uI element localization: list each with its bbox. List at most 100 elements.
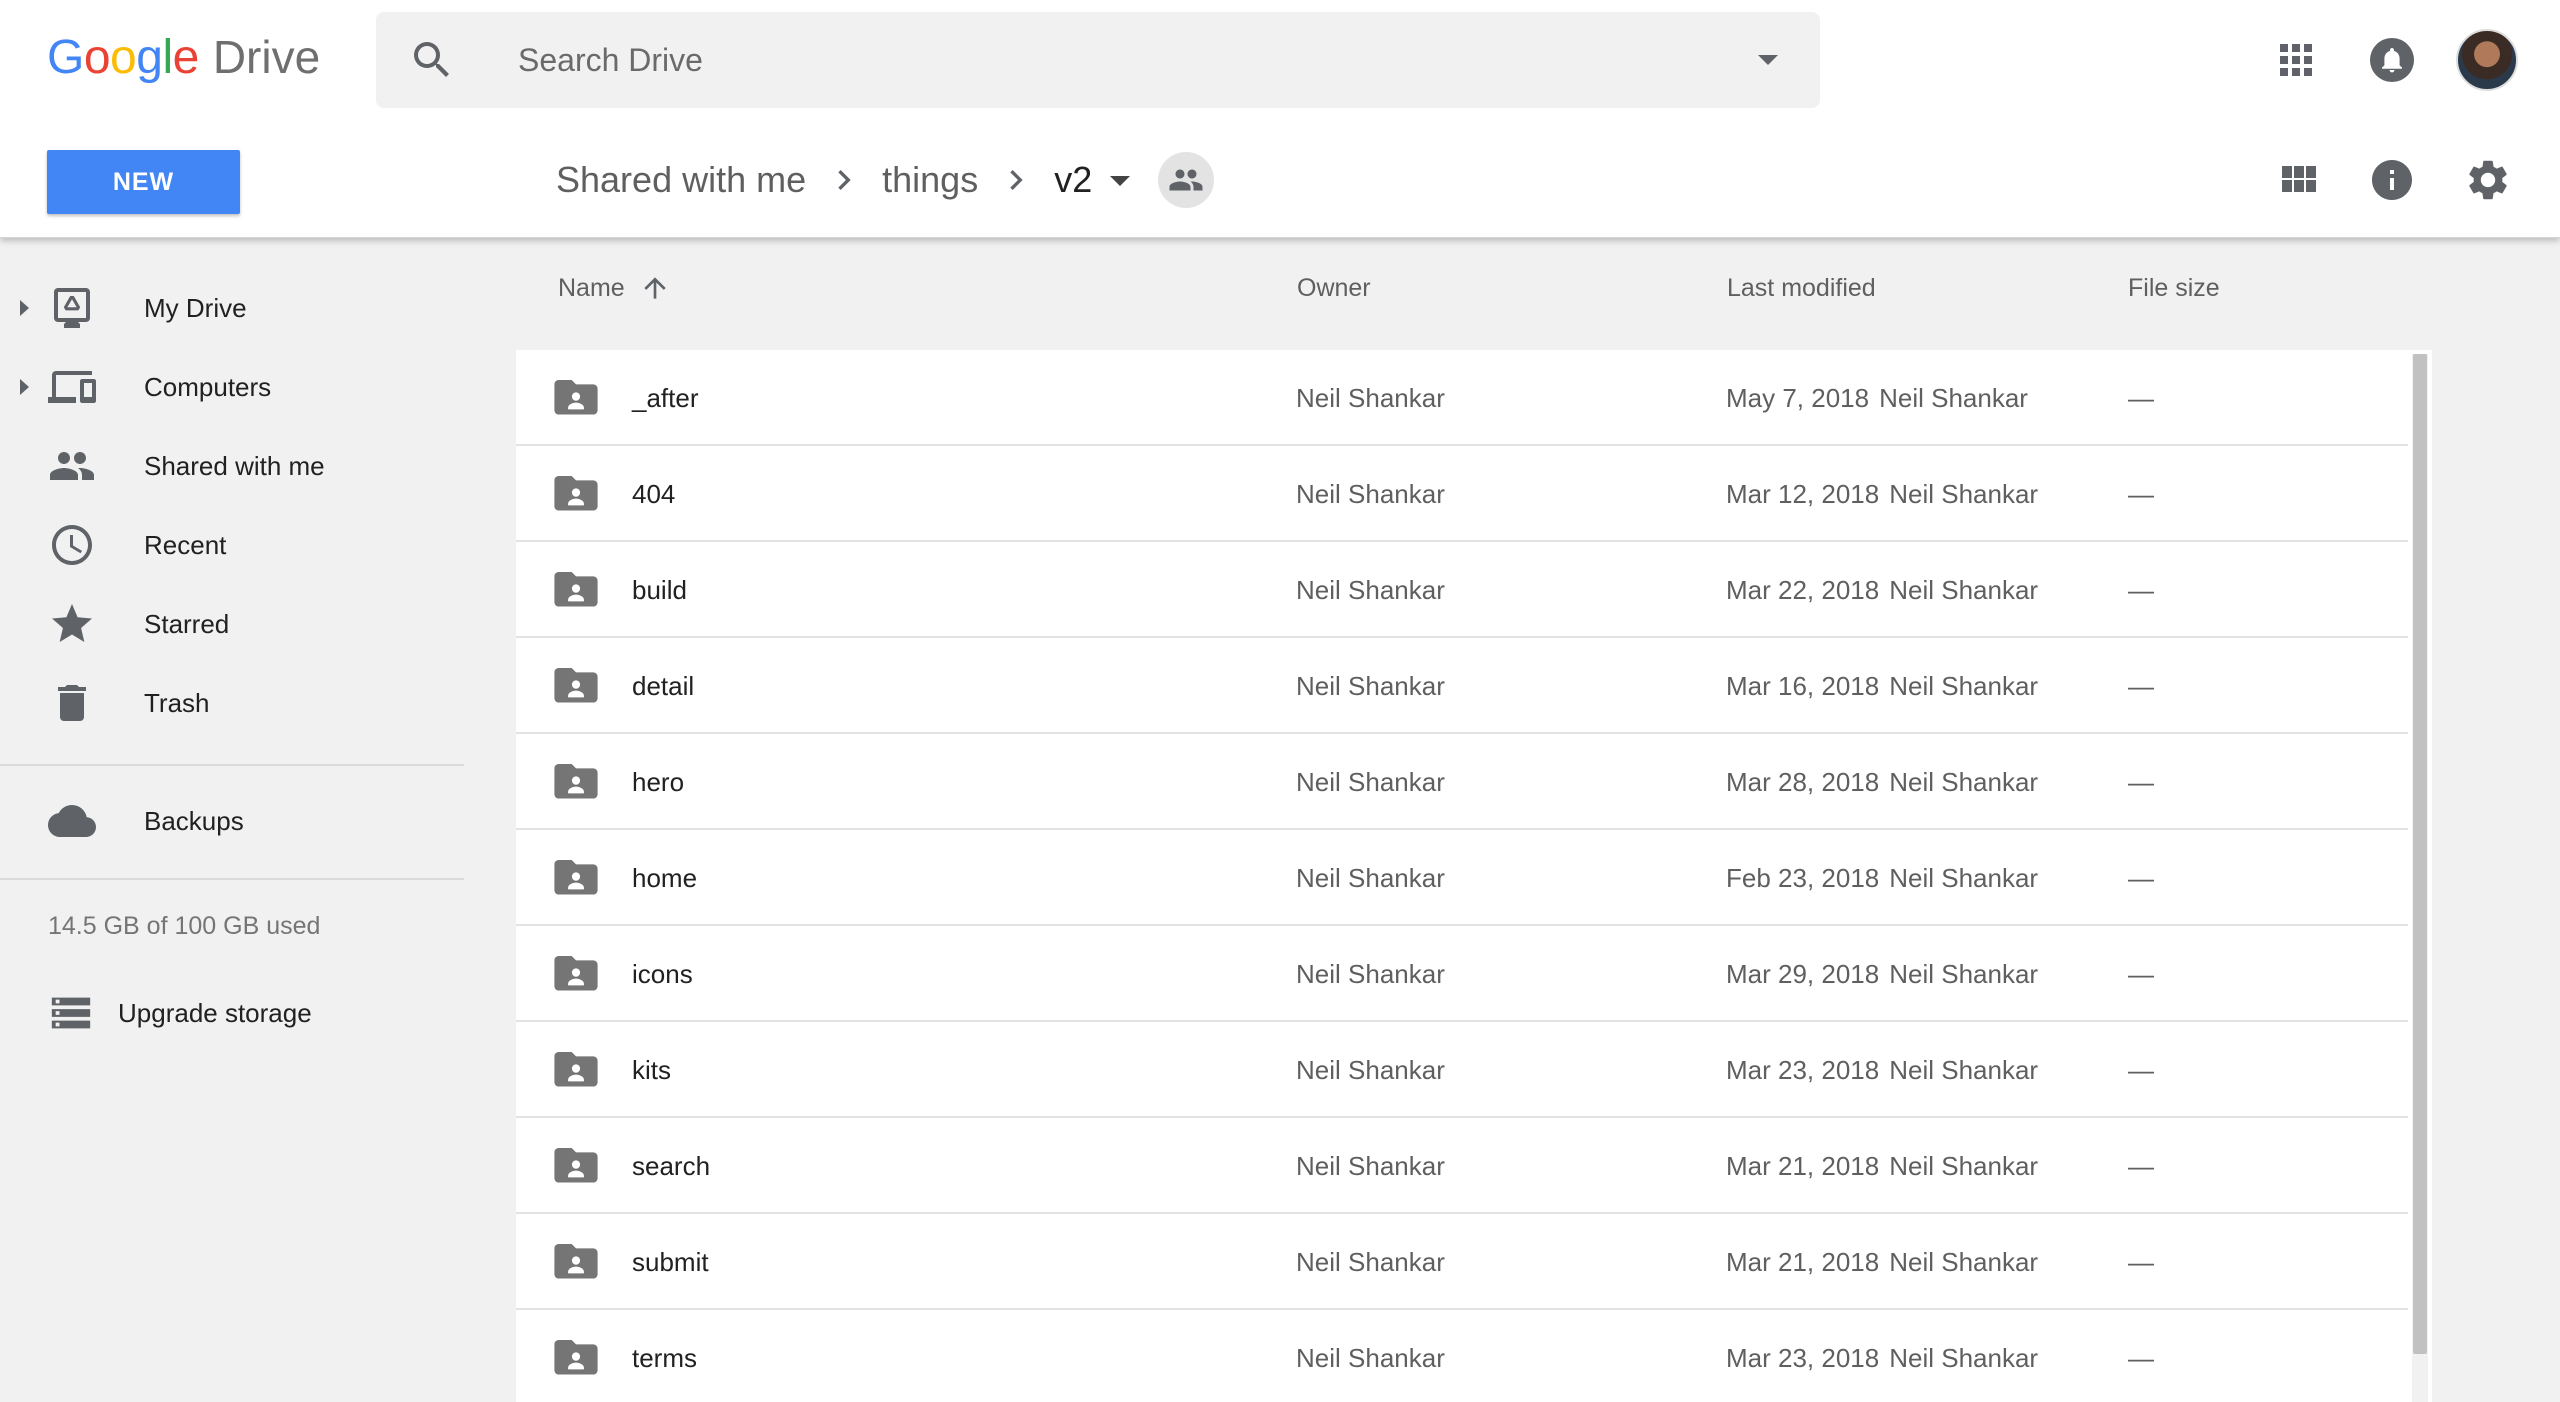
sidebar-item-recent[interactable]: Recent [0,505,492,585]
sidebar-item-computers[interactable]: Computers [0,347,492,427]
modified-date: Mar 28, 2018 [1726,767,1880,797]
sidebar-item-label: Trash [144,687,210,718]
logo-google-text: Google [47,31,199,84]
app-header: Google Drive Search Drive NEW Shared wit… [0,0,2560,238]
sidebar-item-label: Backups [144,805,244,836]
shared-folder-icon[interactable] [1158,152,1215,208]
table-row[interactable]: icons Neil Shankar Mar 29, 2018 Neil Shanka… [516,926,2408,1022]
breadcrumb-current-folder[interactable]: v2 [1054,159,1092,201]
file-name: build [632,575,687,605]
column-header-file-size[interactable]: File size [2128,268,2220,308]
scrollbar[interactable] [2412,354,2428,1402]
shared-folder-icon [554,1244,598,1280]
file-owner: Neil Shankar [1296,959,1445,989]
info-icon[interactable] [2368,156,2416,204]
file-size: — [2128,767,2154,797]
expand-arrow-icon[interactable] [20,379,29,395]
breadcrumb-things[interactable]: things [882,159,978,201]
search-input[interactable]: Search Drive [518,12,703,108]
google-drive-logo[interactable]: Google Drive [47,30,320,90]
table-row[interactable]: detail Neil Shankar Mar 16, 2018 Neil Shank… [516,638,2408,734]
modified-date: Mar 29, 2018 [1726,959,1880,989]
search-options-dropdown-icon[interactable] [1758,55,1778,65]
shared-folder-icon [554,476,598,512]
column-header-name-label: Name [558,273,625,302]
file-owner: Neil Shankar [1296,863,1445,893]
table-row[interactable]: submit Neil Shankar Mar 21, 2018 Neil Shank… [516,1214,2408,1310]
modified-date: Mar 23, 2018 [1726,1343,1880,1373]
scrollbar-thumb[interactable] [2413,354,2427,1354]
grid-view-icon[interactable] [2274,156,2322,204]
file-size: — [2128,1247,2154,1277]
modified-by: Neil Shankar [1889,575,2039,605]
file-size: — [2128,1055,2154,1085]
file-name: submit [632,1247,709,1277]
table-row[interactable]: kits Neil Shankar Mar 23, 2018 Neil Shankar… [516,1022,2408,1118]
file-owner: Neil Shankar [1296,383,1445,413]
table-row[interactable]: build Neil Shankar Mar 22, 2018 Neil Shanka… [516,542,2408,638]
file-owner: Neil Shankar [1296,1247,1445,1277]
sidebar-item-label: Recent [144,529,227,560]
shared-folder-icon [554,764,598,800]
sidebar-item-shared-with-me[interactable]: Shared with me [0,426,492,506]
table-row[interactable]: 404 Neil Shankar Mar 12, 2018 Neil Shankar — [516,446,2408,542]
shared-folder-icon [554,860,598,896]
sidebar-divider [0,878,464,880]
sidebar-divider [0,764,464,766]
file-last-modified: Mar 21, 2018 Neil Shankar [1726,1118,2038,1214]
table-row[interactable]: terms Neil Shankar Mar 23, 2018 Neil Shanka… [516,1310,2408,1402]
file-name: 404 [632,479,676,509]
clock-icon [52,525,92,565]
file-name: terms [632,1343,697,1373]
sidebar-item-my-drive[interactable]: My Drive [0,268,492,348]
file-last-modified: Mar 22, 2018 Neil Shankar [1726,542,2038,638]
file-owner: Neil Shankar [1296,767,1445,797]
table-row[interactable]: home Neil Shankar Feb 23, 2018 Neil Shankar… [516,830,2408,926]
storage-icon [51,997,91,1029]
file-owner: Neil Shankar [1296,1343,1445,1373]
star-icon [52,604,92,642]
user-avatar[interactable] [2456,29,2518,91]
sidebar-item-starred[interactable]: Starred [0,584,492,664]
table-row[interactable]: hero Neil Shankar Mar 28, 2018 Neil Shankar… [516,734,2408,830]
settings-gear-icon[interactable] [2464,156,2512,204]
file-size: — [2128,671,2154,701]
file-last-modified: Mar 21, 2018 Neil Shankar [1726,1214,2038,1310]
expand-arrow-icon[interactable] [20,300,29,316]
sidebar-item-backups[interactable]: Backups [0,781,492,861]
upgrade-storage-link[interactable]: Upgrade storage [48,983,348,1043]
file-name: _after [632,383,699,413]
column-header-file-size-label: File size [2128,273,2220,302]
apps-grid-icon[interactable] [2272,36,2320,84]
search-icon[interactable] [408,36,456,84]
column-header-last-modified[interactable]: Last modified [1727,268,1876,308]
sort-ascending-arrow-icon[interactable] [639,272,671,304]
modified-by: Neil Shankar [1889,479,2039,509]
breadcrumb-shared-with-me[interactable]: Shared with me [556,159,806,201]
shared-folder-icon [554,1340,598,1376]
notifications-icon[interactable] [2368,36,2416,84]
modified-date: Mar 21, 2018 [1726,1151,1880,1181]
column-header-name[interactable]: Name [558,268,671,308]
my-drive-icon [54,288,90,328]
sidebar-item-label: My Drive [144,292,247,323]
column-header-owner[interactable]: Owner [1297,268,1371,308]
sidebar-item-trash[interactable]: Trash [0,663,492,743]
storage-usage-text: 14.5 GB of 100 GB used [48,912,321,940]
shared-folder-icon [554,956,598,992]
file-last-modified: May 7, 2018 Neil Shankar [1726,350,2028,446]
shared-folder-icon [554,572,598,608]
file-size: — [2128,575,2154,605]
breadcrumb: Shared with me things v2 [556,148,1215,212]
file-name: icons [632,959,693,989]
sidebar: My Drive Computers Shared with me Recent… [0,238,492,1402]
file-owner: Neil Shankar [1296,1151,1445,1181]
table-row[interactable]: search Neil Shankar Mar 21, 2018 Neil Shank… [516,1118,2408,1214]
new-button[interactable]: NEW [47,150,240,214]
table-row[interactable]: _after Neil Shankar May 7, 2018 Neil Shanka… [516,350,2408,446]
modified-by: Neil Shankar [1889,767,2039,797]
folder-menu-dropdown-icon[interactable] [1110,176,1131,186]
file-size: — [2128,863,2154,893]
search-bar[interactable]: Search Drive [376,12,1820,108]
modified-date: Mar 12, 2018 [1726,479,1880,509]
